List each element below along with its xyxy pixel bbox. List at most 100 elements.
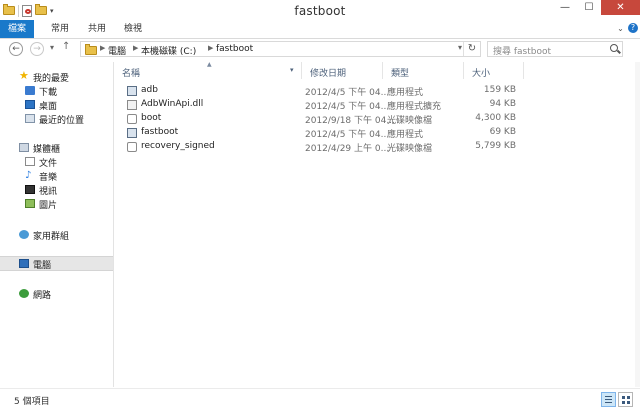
navigation-bar: ← → ▾ ↑ ▶ 電腦 ▶ 本機磁碟 (C:) ▶ fastboot ▾ ↻ … <box>0 39 640 61</box>
sidebar-item-network[interactable]: 網路 <box>0 287 113 301</box>
sidebar-label: 家用群組 <box>33 232 70 242</box>
sidebar-label: 我的最愛 <box>33 74 70 84</box>
file-name: adb <box>141 85 158 95</box>
sidebar-label: 視訊 <box>39 187 58 197</box>
tab-share[interactable]: 共用 <box>82 20 112 38</box>
minimize-button[interactable]: — <box>553 0 577 15</box>
file-row[interactable]: adb 2012/4/5 下午 04... 應用程式 159 KB <box>124 84 534 98</box>
column-header-date[interactable]: 修改日期 <box>302 62 383 79</box>
chevron-right-icon[interactable]: ▶ <box>208 44 213 52</box>
sidebar-item-recent[interactable]: 最近的位置 <box>0 112 113 126</box>
tab-view[interactable]: 檢視 <box>118 20 148 38</box>
column-header-size[interactable]: 大小 <box>464 62 524 79</box>
column-header-name[interactable]: ▲ 名稱 ▾ <box>114 61 302 79</box>
sidebar-item-homegroup[interactable]: 家用群組 <box>0 228 113 242</box>
column-filter-icon[interactable]: ▾ <box>290 66 294 74</box>
file-size: 5,799 KB <box>475 141 516 151</box>
breadcrumb-fastboot[interactable]: fastboot <box>216 44 253 54</box>
file-name: fastboot <box>141 127 179 137</box>
sidebar-item-videos[interactable]: 視訊 <box>0 183 113 197</box>
sidebar-label: 下載 <box>39 88 58 98</box>
column-header-type[interactable]: 類型 <box>383 62 464 79</box>
file-list: ▲ 名稱 ▾ 修改日期 類型 大小 adb 2012/4/5 下午 04... … <box>114 61 640 387</box>
homegroup-icon <box>19 230 29 239</box>
recent-locations-icon[interactable]: ▾ <box>50 43 54 52</box>
breadcrumb-local-disk[interactable]: 本機磁碟 (C:) <box>141 44 196 57</box>
search-box[interactable]: 搜尋 fastboot <box>487 41 623 57</box>
vertical-scrollbar[interactable] <box>635 62 640 387</box>
sidebar-label: 音樂 <box>39 173 58 183</box>
sidebar-item-favorites[interactable]: ★ 我的最愛 <box>0 70 113 84</box>
window-title: fastboot <box>294 4 346 18</box>
search-icon <box>610 44 618 52</box>
sidebar-item-desktop[interactable]: 桌面 <box>0 98 113 112</box>
sidebar-label: 文件 <box>39 159 58 169</box>
sidebar-label: 電腦 <box>33 261 52 271</box>
forward-button[interactable]: → <box>30 42 44 56</box>
file-type: 應用程式 <box>387 88 424 98</box>
large-icons-view-button[interactable] <box>618 392 633 407</box>
breadcrumb-computer[interactable]: 電腦 <box>108 44 126 57</box>
tab-file[interactable]: 檔案 <box>0 20 34 38</box>
navigation-pane: ★ 我的最愛 下載 桌面 最近的位置 媒體櫃 文件 ♪ 音樂 視訊 圖片 家用群… <box>0 62 114 387</box>
address-dropdown-icon[interactable]: ▾ <box>458 43 462 52</box>
file-type: 應用程式擴充 <box>387 102 442 112</box>
file-size: 94 KB <box>489 99 516 109</box>
application-file-icon <box>127 128 137 138</box>
file-row[interactable]: boot 2012/9/18 下午 04... 光碟映像檔 4,300 KB <box>124 112 534 126</box>
back-button[interactable]: ← <box>9 42 23 56</box>
window-controls: — ☐ ✕ <box>553 0 640 15</box>
file-date: 2012/4/5 下午 04... <box>305 130 390 140</box>
file-date: 2012/4/5 下午 04... <box>305 102 390 112</box>
details-view-button[interactable] <box>601 392 616 407</box>
application-file-icon <box>127 86 137 96</box>
sort-ascending-icon: ▲ <box>207 61 212 68</box>
ribbon-tabs: 檔案 常用 共用 檢視 ⌄ ? <box>0 20 640 39</box>
file-date: 2012/4/5 下午 04... <box>305 88 390 98</box>
column-header-label: 大小 <box>472 69 491 79</box>
sidebar-item-libraries[interactable]: 媒體櫃 <box>0 141 113 155</box>
file-row[interactable]: fastboot 2012/4/5 下午 04... 應用程式 69 KB <box>124 126 534 140</box>
file-name: AdbWinApi.dll <box>141 99 204 109</box>
sidebar-label: 最近的位置 <box>39 116 85 126</box>
maximize-button[interactable]: ☐ <box>577 0 601 15</box>
close-button[interactable]: ✕ <box>601 0 640 15</box>
help-icon[interactable]: ? <box>628 23 638 33</box>
item-count: 5 個項目 <box>14 397 50 407</box>
address-bar[interactable]: ▶ 電腦 ▶ 本機磁碟 (C:) ▶ fastboot ▾ ↻ <box>80 41 481 57</box>
disc-image-file-icon <box>127 114 137 124</box>
chevron-right-icon[interactable]: ▶ <box>100 44 105 52</box>
pictures-icon <box>25 199 35 208</box>
title-bar: ▾ fastboot — ☐ ✕ <box>0 0 640 22</box>
file-date: 2012/9/18 下午 04... <box>305 116 395 126</box>
file-row[interactable]: AdbWinApi.dll 2012/4/5 下午 04... 應用程式擴充 9… <box>124 98 534 112</box>
sidebar-item-documents[interactable]: 文件 <box>0 155 113 169</box>
sidebar-label: 媒體櫃 <box>33 145 61 155</box>
sidebar-item-downloads[interactable]: 下載 <box>0 84 113 98</box>
up-button[interactable]: ↑ <box>62 41 70 52</box>
refresh-icon[interactable]: ↻ <box>463 42 480 56</box>
sidebar-item-music[interactable]: ♪ 音樂 <box>0 169 113 184</box>
recent-places-icon <box>25 114 35 123</box>
file-row[interactable]: recovery_signed 2012/4/29 上午 0... 光碟映像檔 … <box>124 140 534 154</box>
file-date: 2012/4/29 上午 0... <box>305 144 390 154</box>
sidebar-item-pictures[interactable]: 圖片 <box>0 197 113 211</box>
chevron-right-icon[interactable]: ▶ <box>133 44 138 52</box>
file-name: recovery_signed <box>141 141 215 151</box>
network-icon <box>19 289 29 298</box>
sidebar-item-computer[interactable]: 電腦 <box>0 256 113 271</box>
downloads-icon <box>25 86 35 95</box>
file-type: 光碟映像檔 <box>387 116 433 126</box>
file-size: 4,300 KB <box>475 113 516 123</box>
sidebar-label: 網路 <box>33 291 52 301</box>
expand-ribbon-icon[interactable]: ⌄ <box>615 23 626 34</box>
dll-file-icon <box>127 100 137 110</box>
computer-icon <box>19 259 29 268</box>
sidebar-label: 桌面 <box>39 102 58 112</box>
document-icon <box>25 157 35 166</box>
file-size: 69 KB <box>489 127 516 137</box>
desktop-icon <box>25 100 35 109</box>
file-size: 159 KB <box>483 85 516 95</box>
tab-home[interactable]: 常用 <box>45 20 75 38</box>
disc-image-file-icon <box>127 142 137 152</box>
